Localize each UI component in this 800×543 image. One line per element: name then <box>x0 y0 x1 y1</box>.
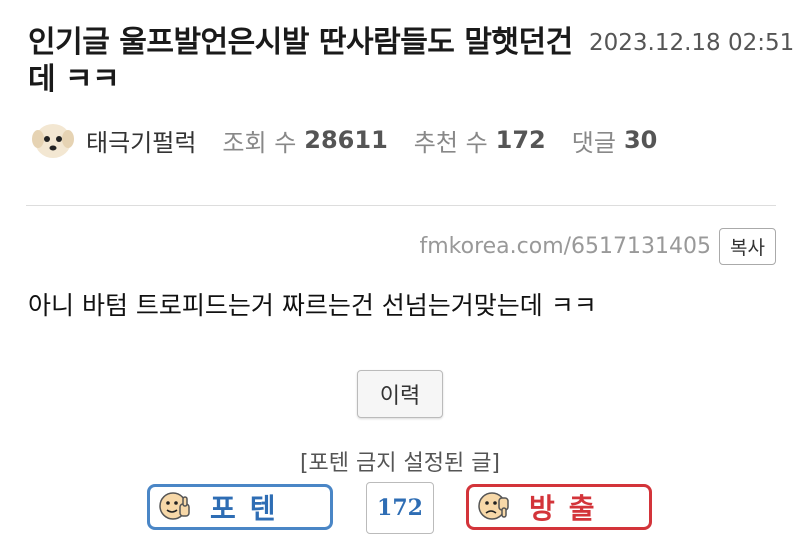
history-button[interactable]: 이력 <box>357 370 443 418</box>
post-date: 2023.12.18 02:51 <box>589 30 795 56</box>
thumbs-up-face-icon <box>159 492 190 520</box>
dog-avatar-icon[interactable] <box>30 117 76 163</box>
post-meta: 태극기펄럭 조회 수 28611 추천 수 172 댓글 30 <box>30 118 683 162</box>
comments-count[interactable]: 30 <box>624 126 657 154</box>
downvote-label: 방출 <box>529 492 609 525</box>
recommend-count: 172 <box>495 126 546 154</box>
author-name[interactable]: 태극기펄럭 <box>86 123 196 158</box>
post-url[interactable]: fmkorea.com/6517131405 <box>419 234 711 259</box>
divider <box>26 205 776 206</box>
comments-label: 댓글 <box>571 128 616 157</box>
upvote-button[interactable]: 포텐 <box>147 484 333 530</box>
post-body: 아니 바텀 트로피드는거 짜르는건 선넘는거맞는데 ㅋㅋ <box>28 291 597 320</box>
thumbs-down-face-icon <box>478 492 509 520</box>
downvote-button[interactable]: 방출 <box>466 484 652 530</box>
potten-ban-notice: [포텐 금지 설정된 글] <box>299 451 501 476</box>
post-title: 인기글 울프발언은시발 딴사람들도 말햇던건데 ㅋㅋ <box>28 25 573 97</box>
url-row: fmkorea.com/6517131405 복사 <box>419 228 776 265</box>
views-label: 조회 수 <box>222 128 297 157</box>
recommend-label: 추천 수 <box>413 128 488 157</box>
copy-button[interactable]: 복사 <box>719 228 776 265</box>
upvote-label: 포텐 <box>210 492 290 525</box>
vote-count: 172 <box>366 482 434 534</box>
views-count: 28611 <box>304 126 388 154</box>
